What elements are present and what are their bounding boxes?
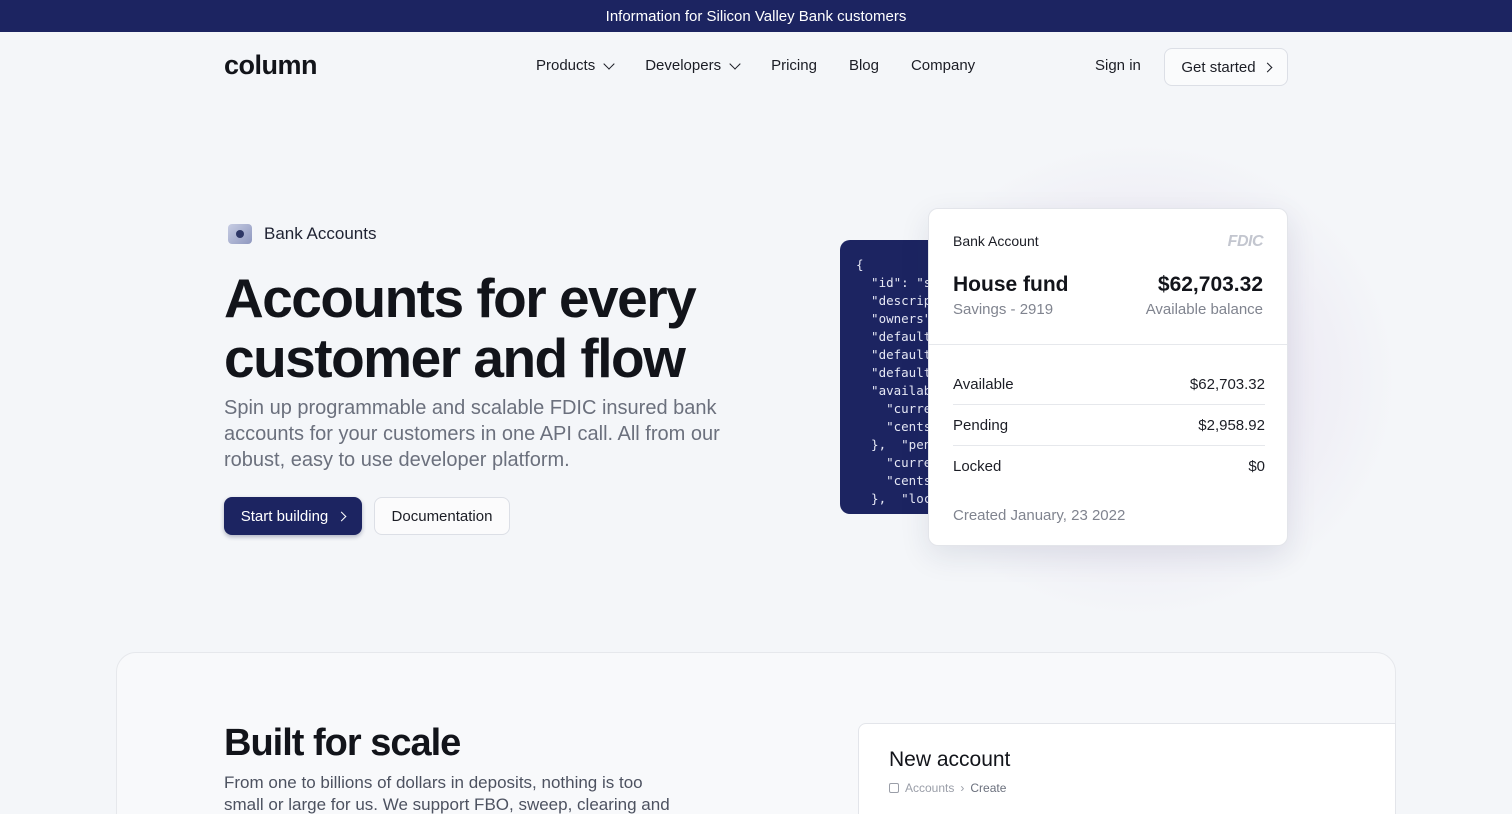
chevron-down-icon <box>603 57 615 70</box>
banner-text[interactable]: Information for Silicon Valley Bank cust… <box>606 8 907 25</box>
nav-pricing[interactable]: Pricing <box>771 57 817 74</box>
card-label: Bank Account <box>953 233 1039 249</box>
hero-title: Accounts for every customer and flow <box>224 267 697 389</box>
chevron-right-icon <box>1262 62 1273 72</box>
start-building-button[interactable]: Start building <box>224 497 362 535</box>
account-name: House fund <box>953 273 1069 296</box>
balance-label: Available balance <box>1145 301 1263 318</box>
breadcrumb-accounts[interactable]: Accounts <box>905 781 954 795</box>
balance-row-pending: Pending $2,958.92 <box>953 405 1265 446</box>
documentation-button[interactable]: Documentation <box>374 497 510 535</box>
accounts-icon <box>889 783 899 793</box>
balance-row-locked: Locked $0 <box>953 458 1265 475</box>
breadcrumb-separator: › <box>960 781 965 795</box>
nav-links: Products Developers Pricing Blog Company <box>536 57 975 74</box>
get-started-button[interactable]: Get started <box>1164 48 1288 86</box>
top-nav: column Products Developers Pricing Blog … <box>0 32 1512 102</box>
balance-row-available: Available $62,703.32 <box>953 364 1265 405</box>
badge-label: Bank Accounts <box>264 224 377 243</box>
product-badge: Bank Accounts <box>228 224 376 244</box>
created-date: Created January, 23 2022 <box>953 507 1126 524</box>
chevron-down-icon <box>729 57 741 70</box>
announcement-banner[interactable]: Information for Silicon Valley Bank cust… <box>0 0 1512 32</box>
bank-account-card: Bank Account FDIC House fund Savings - 2… <box>928 208 1288 546</box>
scale-title: Built for scale <box>224 722 461 764</box>
column-logo[interactable]: column <box>224 50 318 81</box>
breadcrumb: Accounts › Create <box>889 781 1006 795</box>
nav-developers[interactable]: Developers <box>645 57 741 74</box>
scale-subtitle: From one to billions of dollars in depos… <box>224 773 670 814</box>
account-balance: $62,703.32 <box>1157 273 1263 296</box>
account-type: Savings - 2919 <box>953 301 1054 318</box>
chevron-right-icon <box>336 511 347 521</box>
new-account-title: New account <box>889 748 1011 771</box>
new-account-panel: New account Accounts › Create <box>858 723 1396 814</box>
bank-account-icon <box>228 224 252 244</box>
fdic-logo: FDIC <box>1227 233 1264 250</box>
account-summary: Bank Account FDIC House fund Savings - 2… <box>929 209 1287 345</box>
nav-company[interactable]: Company <box>911 57 975 74</box>
nav-products[interactable]: Products <box>536 57 615 74</box>
nav-blog[interactable]: Blog <box>849 57 879 74</box>
breadcrumb-create: Create <box>970 781 1007 795</box>
sign-in-link[interactable]: Sign in <box>1095 57 1141 74</box>
hero-subtitle: Spin up programmable and scalable FDIC i… <box>224 397 720 471</box>
balance-breakdown: Available $62,703.32 Pending $2,958.92 L… <box>953 364 1265 487</box>
